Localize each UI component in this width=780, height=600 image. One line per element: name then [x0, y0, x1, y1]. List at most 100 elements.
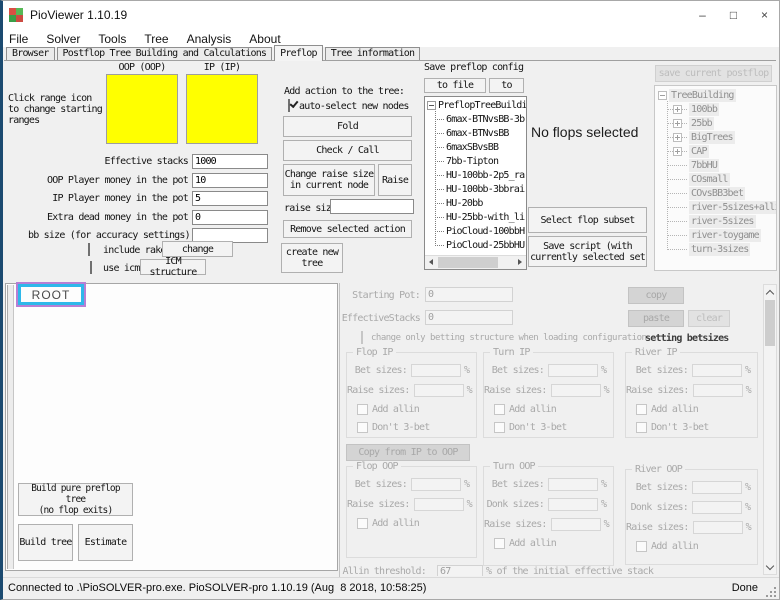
dead-money-input[interactable] [192, 210, 268, 225]
select-flop-subset-button[interactable]: Select flop subset [528, 207, 647, 233]
donk-sizes-input [692, 501, 742, 514]
include-rake-checkbox[interactable] [88, 243, 90, 256]
raise-button[interactable]: Raise [378, 164, 412, 196]
bet-sizes-input [548, 478, 598, 491]
starting-pot-label: Starting Pot: [330, 290, 420, 301]
menu-analysis[interactable]: Analysis [178, 32, 241, 46]
tree-node-root[interactable]: PreflopTreeBuildin [427, 99, 526, 112]
change-raise-size-button[interactable]: Change raise size in current node [283, 164, 375, 196]
postflop-tree-node: turn-3sizes [667, 243, 776, 256]
horizontal-scrollbar[interactable] [425, 255, 526, 269]
ip-money-input[interactable] [192, 191, 268, 206]
menu-about[interactable]: About [240, 32, 289, 46]
bet-sizes-input [411, 478, 461, 491]
estimate-button[interactable]: Estimate [78, 524, 133, 561]
allin-threshold-row: Allin threshold: 67 % of the initial eff… [340, 565, 760, 576]
build-pure-preflop-button[interactable]: Build pure preflop tree (no flop exits) [18, 483, 133, 516]
ip-range-icon[interactable] [186, 74, 258, 144]
effective-stacks-cfg-label: EffectiveStacks [330, 313, 420, 324]
postflop-tree-node: 25bb [667, 117, 776, 130]
splitter-handle[interactable] [7, 285, 14, 569]
oop-money-label: OOP Player money in the pot [28, 175, 188, 186]
copy-button: copy [628, 287, 684, 304]
add-allin-checkbox [494, 538, 505, 549]
remove-action-button[interactable]: Remove selected action [283, 220, 412, 238]
change-only-betting-checkbox [361, 331, 363, 344]
check-call-button[interactable]: Check / Call [283, 140, 412, 161]
oop-range-icon[interactable] [106, 74, 178, 144]
postflop-tree-node: 7bbHU [667, 159, 776, 172]
tab-browser[interactable]: Browser [6, 47, 55, 60]
tree-node[interactable]: PioCloud-100bbH [435, 225, 526, 238]
paste-button: paste [628, 310, 684, 327]
river-oop-group: River OOP Bet sizes:% Donk sizes:% Raise… [625, 469, 758, 565]
postflop-tree-root: TreeBuilding [658, 89, 776, 102]
raise-size-label: raise size [284, 203, 336, 214]
postflop-tree-node: COvsBB3bet [667, 187, 776, 200]
tree-node[interactable]: HU-100bb-3bbrai [435, 183, 526, 196]
build-tree-button[interactable]: Build tree [18, 524, 73, 561]
save-to-file-button[interactable]: to file [424, 78, 486, 93]
menu-solver[interactable]: Solver [37, 32, 89, 46]
raise-size-input[interactable] [330, 199, 414, 214]
tree-node[interactable]: HU-20bb [435, 197, 526, 210]
tree-node[interactable]: PioCloud-25bbHU [435, 239, 526, 252]
menu-file[interactable]: File [0, 32, 37, 46]
tree-node[interactable]: 6max-BTNvsBB [435, 127, 526, 140]
tree-node[interactable]: HU-100bb-2p5_ra [435, 169, 526, 182]
oop-money-input[interactable] [192, 173, 268, 188]
bb-size-label: bb size (for accuracy settings) [28, 230, 188, 241]
dead-money-label: Extra dead money in the pot [28, 212, 188, 223]
resize-grip[interactable] [774, 595, 776, 597]
icm-structure-button[interactable]: ICM structure [140, 259, 206, 275]
clear-button: clear [688, 310, 730, 327]
tree-node[interactable]: HU-25bb-with_li [435, 211, 526, 224]
save-config-title: Save preflop configurat [424, 62, 524, 73]
save-script-button[interactable]: Save script (with currently selected set [528, 236, 647, 267]
scrollbar-thumb[interactable] [438, 257, 498, 268]
maximize-icon[interactable]: □ [718, 0, 749, 29]
scroll-left-icon[interactable] [425, 256, 437, 268]
oop-range-label: OOP (OOP) [106, 62, 178, 73]
donk-sizes-input [548, 498, 598, 511]
change-rake-button[interactable]: change [162, 241, 233, 257]
auto-select-checkbox[interactable] [288, 99, 290, 112]
scrollbar-thumb[interactable] [765, 300, 775, 346]
no-flops-message: No flops selected [531, 124, 638, 140]
add-allin-checkbox [636, 404, 647, 415]
dont-3bet-checkbox [494, 422, 505, 433]
use-icm-checkbox[interactable] [90, 261, 92, 274]
tab-tree-information[interactable]: Tree information [325, 47, 421, 60]
add-allin-checkbox [636, 541, 647, 552]
create-new-tree-button[interactable]: create new tree [281, 243, 343, 273]
tree-node[interactable]: 7bb-Tipton [435, 155, 526, 168]
collapse-icon[interactable] [427, 101, 436, 110]
use-icm-label: use icm [103, 263, 140, 274]
dont-3bet-checkbox [636, 422, 647, 433]
status-connection-text: Connected to .\PioSOLVER-pro.exe. PioSOL… [8, 582, 426, 594]
postflop-tree-node: river-5sizes [667, 215, 776, 228]
effective-stacks-label: Effective stacks [28, 156, 188, 167]
app-icon [9, 8, 23, 22]
scroll-down-icon[interactable] [764, 560, 776, 574]
menu-tree[interactable]: Tree [135, 32, 177, 46]
bet-sizes-input [548, 364, 598, 377]
bet-sizes-input [411, 364, 461, 377]
close-icon[interactable]: × [749, 0, 780, 29]
tree-node[interactable]: 6maxSBvsBB [435, 141, 526, 154]
raise-sizes-input [414, 498, 464, 511]
save-current-postflop-button: save current postflop [655, 65, 772, 82]
tab-preflop[interactable]: Preflop [274, 45, 323, 61]
status-done-text: Done [732, 582, 758, 594]
save-to-button[interactable]: to [489, 78, 524, 93]
minimize-icon[interactable]: – [687, 0, 718, 29]
tree-node[interactable]: 6max-BTNvsBB-3b [435, 113, 526, 126]
tab-postflop-tree-building[interactable]: Postflop Tree Building and Calculations [57, 47, 273, 60]
scroll-right-icon[interactable] [514, 256, 526, 268]
root-node[interactable]: ROOT [18, 284, 84, 305]
menu-tools[interactable]: Tools [89, 32, 135, 46]
vertical-scrollbar[interactable] [763, 284, 777, 575]
effective-stacks-input[interactable] [192, 154, 268, 169]
scroll-up-icon[interactable] [764, 285, 776, 299]
fold-button[interactable]: Fold [283, 116, 412, 137]
